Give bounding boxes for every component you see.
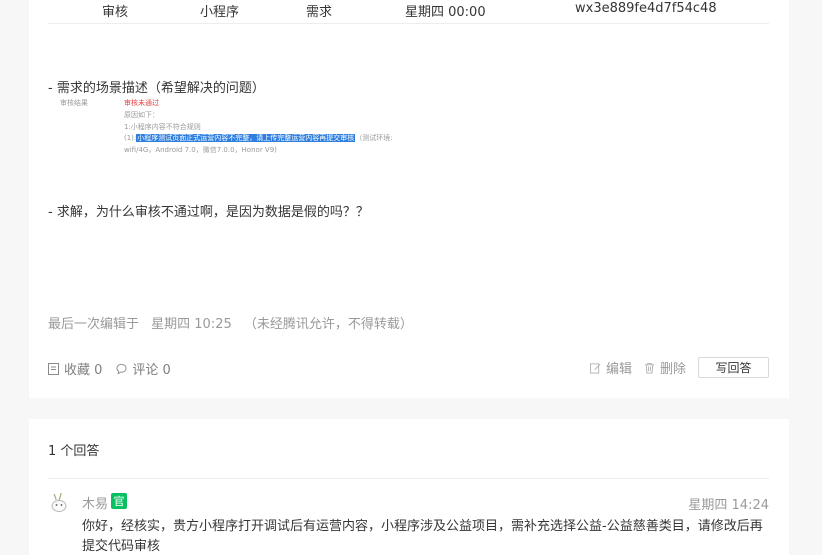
owner-actions: 编辑 删除 写回答 — [589, 357, 769, 378]
reply-text: 你好，经核实，贵方小程序打开调试后有运营内容，小程序涉及公益项目，需补充选择公益… — [82, 519, 763, 554]
pencil-icon — [589, 362, 601, 373]
table-cell-type: 审核 — [102, 5, 129, 20]
shot-label: 审核结果 — [60, 99, 88, 107]
embedded-screenshot[interactable]: 审核结果 审核未通过 原因如下： 1:小程序内容不符合规则 (1):小程序测试页… — [58, 97, 403, 159]
answer-count: 1 个回答 — [48, 444, 100, 459]
delete-label: 删除 — [659, 362, 686, 377]
shot-line-2-suffix: （测试环境: — [355, 134, 393, 142]
edited-label: 最后一次编辑于 — [48, 317, 140, 332]
write-answer-button[interactable]: 写回答 — [698, 357, 769, 378]
copyright-note: （未经腾讯允许，不得转载） — [243, 317, 413, 332]
official-badge: 官 — [111, 493, 127, 509]
shot-line-1: 1:小程序内容不符合规则 — [124, 123, 201, 131]
question-text: - 求解，为什么审核不通过啊，是因为数据是假的吗？？ — [48, 205, 369, 220]
shot-line-2-prefix: (1): — [124, 134, 137, 142]
bookmark-icon — [48, 362, 59, 375]
favorite-label: 收藏 0 — [64, 363, 103, 378]
shot-line-2: (1):小程序测试页面正式运营内容不完整，请上传完整运营内容再提交审核（测试环境… — [124, 133, 393, 145]
question-actions: 收藏 0 评论 0 — [48, 359, 185, 378]
question-card — [29, 0, 789, 398]
edit-button[interactable]: 编辑 — [589, 358, 632, 377]
comment-button[interactable]: 评论 0 — [116, 359, 171, 378]
reply-author[interactable]: 木易 — [82, 493, 108, 512]
edit-meta: 最后一次编辑于 星期四 10:25 （未经腾讯允许，不得转载） — [48, 313, 421, 332]
favorite-button[interactable]: 收藏 0 — [48, 359, 102, 378]
avatar[interactable] — [48, 491, 70, 513]
comment-label: 评论 0 — [132, 363, 171, 378]
shot-line-2-highlight: 小程序测试页面正式运营内容不完整，请上传完整运营内容再提交审核 — [136, 134, 356, 142]
edit-label: 编辑 — [605, 362, 632, 377]
table-cell-category: 需求 — [306, 5, 333, 20]
table-cell-appid: wx3e889fe4d7f54c48 — [575, 1, 717, 16]
comment-icon — [116, 363, 127, 374]
info-table-row: 审核 小程序 需求 星期四 00:00 wx3e889fe4d7f54c48 — [48, 0, 769, 24]
table-cell-time: 星期四 00:00 — [405, 5, 486, 20]
delete-button[interactable]: 删除 — [644, 358, 686, 377]
edited-time: 星期四 10:25 — [151, 317, 232, 332]
shot-line-3: wifi/4G，Android 7.0，微信7.0.0，Honor V9) — [124, 146, 277, 154]
shot-status: 审核未通过 — [124, 99, 159, 107]
reply-time: 星期四 14:24 — [688, 498, 769, 513]
shot-reason-title: 原因如下： — [124, 111, 159, 119]
trash-icon — [644, 362, 655, 373]
table-cell-product: 小程序 — [200, 5, 240, 20]
answers-divider — [48, 478, 769, 479]
scene-heading: - 需求的场景描述（希望解决的问题） — [48, 81, 265, 96]
